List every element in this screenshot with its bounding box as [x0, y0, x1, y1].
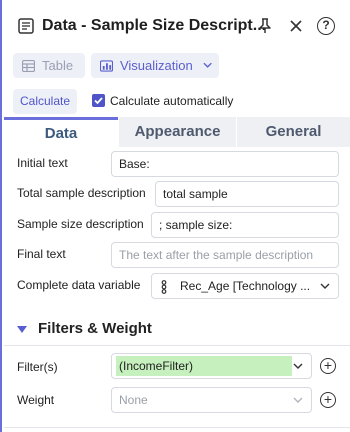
tab-general[interactable]: General [237, 117, 350, 147]
initial-text-label: Initial text [17, 156, 68, 170]
complete-data-variable-label: Complete data variable [17, 278, 141, 292]
complete-data-variable-select[interactable]: Rec_Age [Technology ... [151, 273, 339, 299]
sample-size-description-field[interactable]: ; sample size: [151, 212, 339, 238]
total-sample-description-field[interactable]: total sample [155, 181, 339, 207]
help-icon[interactable]: ? [317, 17, 335, 35]
weight-value: None [119, 393, 148, 407]
pin-icon[interactable] [258, 18, 272, 34]
final-text-field[interactable]: The text after the sample description [111, 242, 339, 268]
filters-label: Filter(s) [17, 360, 58, 374]
calculate-automatically-checkbox[interactable] [92, 94, 105, 107]
tab-table-label: Table [42, 58, 74, 73]
tab-data[interactable]: Data [4, 117, 118, 147]
add-weight-button[interactable]: + [320, 392, 336, 408]
page-title: Data - Sample Size Descript... [42, 17, 267, 34]
check-icon [94, 97, 103, 105]
section-tabs: Data Appearance General [4, 117, 350, 147]
chevron-down-icon [293, 397, 303, 403]
tab-appearance[interactable]: Appearance [119, 117, 236, 147]
chevron-down-icon [320, 283, 330, 289]
divider [4, 427, 350, 428]
calculate-automatically-label: Calculate automatically [110, 94, 234, 108]
complete-data-variable-value: Rec_Age [Technology ... [180, 279, 311, 293]
total-sample-description-label: Total sample description [17, 186, 146, 200]
sample-size-description-label: Sample size description [17, 217, 144, 231]
weight-label: Weight [17, 393, 55, 407]
weight-select[interactable]: None [111, 387, 312, 413]
collapse-triangle-icon[interactable] [17, 326, 27, 333]
filter-select[interactable]: (IncomeFilter) [111, 353, 312, 379]
final-text-label: Final text [17, 247, 66, 261]
chevron-down-icon [203, 62, 212, 68]
variable-icon [161, 280, 167, 294]
calculate-button[interactable]: Calculate [13, 89, 77, 114]
table-icon [22, 59, 35, 72]
tab-table[interactable]: Table [13, 53, 85, 78]
data-table-icon [18, 18, 34, 34]
tab-visualization-label: Visualization [119, 58, 193, 73]
divider [4, 345, 350, 346]
add-filter-button[interactable]: + [320, 358, 336, 374]
initial-text-field[interactable]: Base: [111, 151, 339, 177]
filter-tag[interactable]: (IncomeFilter) [116, 356, 292, 376]
tab-visualization[interactable]: Visualization [91, 53, 219, 78]
filters-weight-heading[interactable]: Filters & Weight [38, 320, 152, 337]
panel-header: Data - Sample Size Descript... ? [0, 0, 350, 46]
chevron-down-icon [293, 363, 303, 369]
visualization-icon [100, 59, 113, 72]
close-icon[interactable] [288, 18, 304, 34]
panel-accent-bar [0, 0, 2, 432]
